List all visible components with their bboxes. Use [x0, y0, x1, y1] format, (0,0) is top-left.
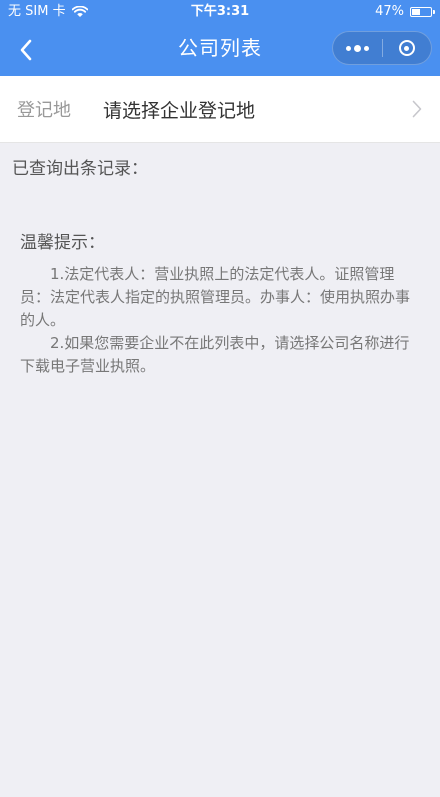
battery-percent: 47% — [375, 4, 404, 19]
more-dots-icon — [353, 44, 361, 52]
registration-selector[interactable]: 登记地 请选择企业登记地 — [0, 76, 440, 143]
tips-title: 温馨提示： — [20, 233, 105, 253]
header: 无 SIM 卡 下午3:31 47% 公司列表 — [0, 0, 440, 76]
tips-paragraph: 2.如果您需要企业不在此列表中，请选择公司名称进行下载电子营业执照。 — [20, 334, 410, 375]
nav-bar: 公司列表 — [0, 24, 440, 76]
status-right: 47% — [375, 0, 435, 24]
battery-icon — [410, 7, 435, 17]
chevron-right-icon — [410, 98, 424, 120]
registration-value: 请选择企业登记地 — [103, 99, 256, 122]
close-miniprogram-icon — [398, 40, 415, 56]
miniprogram-capsule — [332, 31, 432, 65]
records-count: 已查询出条记录： — [12, 159, 148, 179]
more-dots-icon — [363, 45, 369, 51]
battery-fill — [412, 9, 420, 15]
tips-section: 温馨提示： 1.法定代表人：营业执照上的法定代表人。证照管理员：法定代表人指定的… — [0, 181, 440, 378]
close-ring-dot — [404, 45, 410, 51]
registration-label: 登记地 — [17, 100, 71, 121]
status-time: 下午3:31 — [190, 4, 250, 19]
more-dots-icon — [345, 45, 351, 51]
close-miniprogram-button[interactable] — [383, 32, 432, 64]
more-button[interactable] — [333, 32, 382, 64]
status-bar: 无 SIM 卡 下午3:31 47% — [0, 0, 440, 24]
tips-paragraph: 1.法定代表人：营业执照上的法定代表人。证照管理员：法定代表人指定的执照管理员。… — [20, 265, 411, 329]
